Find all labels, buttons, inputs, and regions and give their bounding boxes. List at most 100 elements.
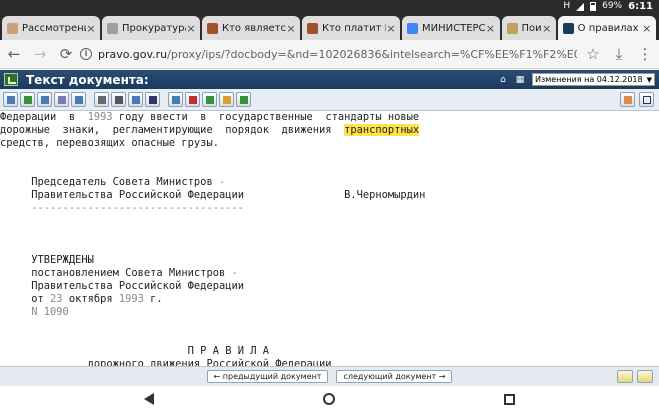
system-back-icon[interactable] [144, 393, 155, 405]
print-icon[interactable] [94, 92, 109, 107]
version-select[interactable]: Изменения на 04.12.2018 ▼ [531, 73, 655, 86]
back-icon[interactable]: ← [6, 46, 22, 62]
tab-0[interactable]: Рассмотрени × [2, 16, 100, 40]
folder-icon[interactable] [219, 92, 234, 107]
document-line: дорожного движения Российской Федерации [0, 358, 659, 366]
document-toolbar [0, 89, 659, 111]
tab-favicon-icon [7, 22, 18, 34]
zoom-icon[interactable] [168, 92, 183, 107]
text-run: П Р А В И Л А [0, 345, 269, 357]
menu-dots-icon[interactable]: ⋮ [637, 46, 653, 62]
tab-close-icon[interactable]: × [386, 22, 396, 35]
site-logo-icon[interactable] [4, 73, 18, 86]
text-run: Федерации в [0, 111, 88, 123]
status-bar: H 69% 6:11 [0, 0, 659, 13]
text-run: от [0, 293, 51, 305]
document-line: Правительства Российской Федерации В.Чер… [0, 189, 659, 202]
network-indicator: H [563, 1, 571, 11]
forward-to-list-icon[interactable] [637, 370, 653, 383]
grid-icon[interactable]: ▦ [515, 75, 525, 85]
tab-close-icon[interactable]: × [86, 22, 96, 35]
reload-icon[interactable]: ⟳ [58, 46, 74, 62]
text-run: Правительства Российской Федерации [0, 280, 244, 292]
export-icon[interactable] [71, 92, 86, 107]
tab-favicon-icon [207, 22, 218, 34]
text-run: октября [62, 293, 119, 305]
text-run: 1993 [118, 293, 144, 305]
tab-close-icon[interactable]: × [642, 22, 652, 35]
next-document-button[interactable]: следующий документ → [336, 370, 453, 383]
tab-title: Прокуратура [122, 22, 186, 34]
tab-title: Рассмотрени [22, 22, 86, 34]
document-line: средств, перевозящих опасные грузы. [0, 137, 659, 150]
back-to-list-icon[interactable] [617, 370, 633, 383]
print-settings-icon[interactable] [620, 92, 635, 107]
bookmark-star-icon[interactable]: ☆ [585, 46, 601, 62]
prev-document-button[interactable]: ← предыдущий документ [206, 370, 329, 383]
text-run: ---------------------------------- [0, 202, 244, 214]
forward-icon[interactable]: → [32, 46, 48, 62]
document-line [0, 241, 659, 254]
fullscreen-icon[interactable] [639, 92, 654, 107]
document-line: от 23 октября 1993 г. [0, 293, 659, 306]
tab-4[interactable]: МИНИСТЕРС × [402, 16, 500, 40]
system-recents-icon[interactable] [503, 393, 515, 405]
save-icon[interactable] [3, 92, 18, 107]
home-icon[interactable]: ⌂ [498, 75, 508, 85]
export-text-icon[interactable] [111, 92, 126, 107]
tab-close-icon[interactable]: × [286, 22, 296, 35]
url-field[interactable]: i pravo.gov.ru/proxy/ips/?docbody=&nd=10… [74, 43, 577, 65]
system-home-icon[interactable] [322, 393, 335, 405]
tab-6[interactable]: О правилах д × [557, 16, 656, 40]
tab-favicon-icon [107, 22, 118, 34]
address-bar: ← → ⟳ i pravo.gov.ru/proxy/ips/?docbody=… [0, 40, 659, 69]
document-line: Федерации в 1993 году ввести в государст… [0, 111, 659, 124]
tab-title: Пои [521, 22, 542, 34]
system-nav-bar [0, 386, 659, 412]
page-title: Текст документа: [26, 72, 149, 87]
export-rtf-icon[interactable] [128, 92, 143, 107]
url-path: /proxy/ips/?docbody=&nd=102026836&intels… [167, 47, 577, 61]
bookmark-red-icon[interactable] [185, 92, 200, 107]
clock: 6:11 [628, 1, 653, 12]
battery-percent: 69% [602, 1, 623, 11]
document-line [0, 150, 659, 163]
download-icon[interactable]: ⤓ [611, 46, 627, 62]
document-line [0, 163, 659, 176]
tab-1[interactable]: Прокуратура × [102, 16, 200, 40]
text-run: 1993 [87, 111, 113, 123]
tab-title: Кто является [222, 22, 286, 34]
tab-close-icon[interactable]: × [542, 22, 552, 35]
tab-close-icon[interactable]: × [186, 22, 196, 35]
tab-5[interactable]: Пои × [501, 16, 556, 40]
document-line: П Р А В И Л А [0, 345, 659, 358]
tab-title: О правилах д [577, 22, 642, 34]
text-run: средств, перевозящих опасные грузы. [0, 137, 219, 149]
copy-icon[interactable] [37, 92, 52, 107]
document-line [0, 215, 659, 228]
document-pre: Федерации в 1993 году ввести в государст… [0, 111, 659, 366]
download-doc-icon[interactable] [236, 92, 251, 107]
text-run: Правительства Российской Федерации В.Чер… [0, 189, 426, 201]
chevron-down-icon: ▼ [646, 75, 652, 84]
battery-icon [590, 2, 597, 11]
toolbar-right [620, 92, 656, 107]
bookmark-add-icon[interactable] [202, 92, 217, 107]
text-run: постановлением Совета Министров [0, 267, 232, 279]
info-icon[interactable]: i [80, 48, 92, 60]
document-text: Федерации в 1993 году ввести в государст… [0, 111, 659, 366]
tab-close-icon[interactable]: × [486, 22, 496, 35]
send-icon[interactable] [54, 92, 69, 107]
tab-3[interactable]: Кто платит Н × [302, 16, 400, 40]
tab-strip: Рассмотрени × Прокуратура × Кто является × Кто… [0, 13, 659, 40]
url-text[interactable]: pravo.gov.ru/proxy/ips/?docbody=&nd=1020… [98, 48, 577, 61]
document-line [0, 319, 659, 332]
edit-icon[interactable] [145, 92, 160, 107]
text-run: 23 [50, 293, 63, 305]
text-run: N 1090 [0, 306, 69, 318]
text-run: Председатель Совета Министров [0, 176, 219, 188]
tab-2[interactable]: Кто является × [202, 16, 300, 40]
document-nav: ← предыдущий документ следующий документ… [0, 366, 659, 386]
info-icon[interactable] [20, 92, 35, 107]
screen: { "status_bar": { "network": "H", "batte… [0, 0, 659, 412]
